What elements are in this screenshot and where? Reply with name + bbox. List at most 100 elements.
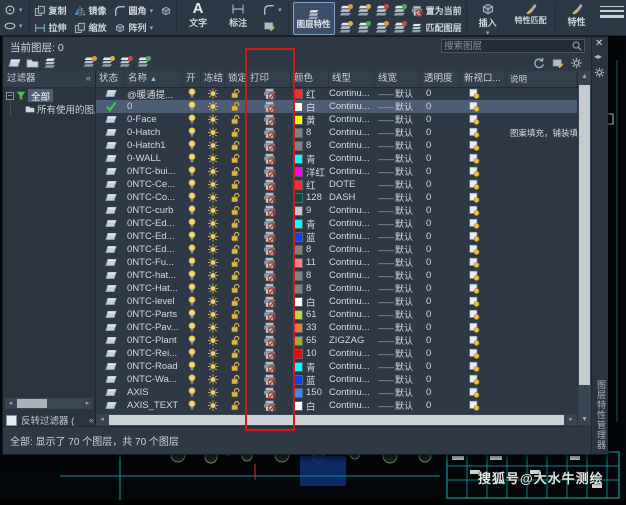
layer-name[interactable]: 0-Hatch1 — [125, 139, 183, 152]
layer-thaw-icon[interactable] — [375, 21, 389, 34]
layer-color-cell[interactable]: 128 — [291, 191, 329, 204]
mirror-button[interactable]: 镜像 — [74, 4, 107, 17]
layer-lock-toggle[interactable] — [225, 139, 247, 152]
layer-transparency[interactable]: 0 — [421, 282, 461, 295]
layer-new-vp-toggle[interactable] — [461, 139, 507, 152]
col-transparency[interactable]: 透明度 — [421, 71, 461, 87]
layer-new-vp-toggle[interactable] — [461, 243, 507, 256]
layer-linetype[interactable]: DOTE — [329, 178, 375, 191]
layer-lineweight[interactable]: ——默认 — [375, 347, 421, 360]
layer-plot-toggle[interactable] — [247, 230, 291, 243]
layer-name[interactable]: 0NTC-Pav... — [125, 321, 183, 334]
layer-transparency[interactable]: 0 — [421, 269, 461, 282]
layer-name[interactable]: 0NTC-hat... — [125, 269, 183, 282]
layer-lineweight[interactable]: ——默认 — [375, 269, 421, 282]
scroll-thumb[interactable] — [109, 415, 564, 425]
layer-color-cell[interactable]: 11 — [291, 256, 329, 269]
layer-lock-toggle[interactable] — [225, 204, 247, 217]
layer-new-vp-toggle[interactable] — [461, 204, 507, 217]
layer-color-cell[interactable]: 白 — [291, 295, 329, 308]
layer-plot-toggle[interactable] — [247, 178, 291, 191]
layer-linetype[interactable]: ZIGZAG — [329, 334, 375, 347]
layer-on-toggle[interactable] — [183, 334, 201, 347]
layer-name[interactable]: @暖通提... — [125, 87, 183, 100]
lineweight-preview[interactable] — [600, 6, 624, 28]
layer-new-vp-toggle[interactable] — [461, 126, 507, 139]
layer-plot-toggle[interactable] — [247, 256, 291, 269]
layer-on-toggle[interactable] — [183, 191, 201, 204]
layer-plot-toggle[interactable] — [247, 269, 291, 282]
auto-hide-icon[interactable]: ◂▸ — [594, 52, 602, 61]
layer-transparency[interactable]: 0 — [421, 139, 461, 152]
layer-on-toggle[interactable] — [183, 269, 201, 282]
layer-lineweight[interactable]: ——默认 — [375, 334, 421, 347]
invert-filter-checkbox[interactable] — [6, 415, 17, 426]
layer-freeze-toggle[interactable] — [201, 269, 225, 282]
layer-name[interactable]: 0NTC-Road — [125, 360, 183, 373]
layer-name[interactable]: 0NTC-Ed... — [125, 230, 183, 243]
layer-new-vp-toggle[interactable] — [461, 399, 507, 412]
layer-transparency[interactable]: 0 — [421, 243, 461, 256]
layer-on-toggle[interactable] — [183, 295, 201, 308]
layer-on-toggle[interactable] — [183, 321, 201, 334]
layer-row[interactable]: 0 白 Continu... ——默认 0 — [96, 100, 577, 113]
layer-color-cell[interactable]: 61 — [291, 308, 329, 321]
layer-freeze-toggle[interactable] — [201, 152, 225, 165]
array-button[interactable]: 阵列▾ — [114, 21, 154, 34]
layer-lock-toggle[interactable] — [225, 386, 247, 399]
palette-properties-gear-icon[interactable] — [594, 67, 605, 78]
new-layer-vp-frozen-icon[interactable] — [101, 56, 115, 69]
layer-new-vp-toggle[interactable] — [461, 100, 507, 113]
layer-name[interactable]: 0NTC-Co... — [125, 191, 183, 204]
col-new-vp[interactable]: 新视口... — [461, 71, 507, 87]
layer-name[interactable]: 0NTC-bui... — [125, 165, 183, 178]
layer-lineweight[interactable]: ——默认 — [375, 308, 421, 321]
layer-transparency[interactable]: 0 — [421, 399, 461, 412]
table-button[interactable] — [263, 19, 282, 33]
layer-plot-toggle[interactable] — [247, 217, 291, 230]
layer-new-vp-toggle[interactable] — [461, 178, 507, 191]
layer-freeze-toggle[interactable] — [201, 87, 225, 100]
layer-on-toggle[interactable] — [183, 282, 201, 295]
col-on[interactable]: 开 — [183, 71, 201, 87]
layer-freeze-toggle[interactable] — [201, 113, 225, 126]
layer-row[interactable]: @暖通提... 红 Continu... ——默认 0 — [96, 87, 577, 100]
layer-lock-toggle[interactable] — [225, 178, 247, 191]
copy-button[interactable]: 复制 — [34, 4, 67, 17]
layer-new-vp-toggle[interactable] — [461, 113, 507, 126]
layer-lineweight[interactable]: ——默认 — [375, 295, 421, 308]
layer-row[interactable]: 0NTC-Parts 61 Continu... ——默认 0 — [96, 308, 577, 321]
layer-plot-toggle[interactable] — [247, 373, 291, 386]
layer-transparency[interactable]: 0 — [421, 386, 461, 399]
layer-lineweight[interactable]: ——默认 — [375, 139, 421, 152]
layer-plot-toggle[interactable] — [247, 191, 291, 204]
circle-tool-button[interactable]: ▾ — [4, 3, 23, 17]
layer-linetype[interactable]: Continu... — [329, 308, 375, 321]
new-group-filter-icon[interactable] — [26, 57, 39, 69]
layer-transparency[interactable]: 0 — [421, 152, 461, 165]
search-layer-input[interactable] — [442, 41, 572, 52]
properties-button[interactable]: 特性 — [560, 2, 594, 28]
layer-lock-toggle[interactable] — [225, 282, 247, 295]
layer-freeze-toggle[interactable] — [201, 256, 225, 269]
col-color[interactable]: 颜色 — [291, 71, 329, 87]
layer-plot-toggle[interactable] — [247, 347, 291, 360]
layer-on-toggle[interactable] — [183, 100, 201, 113]
layer-lineweight[interactable]: ——默认 — [375, 282, 421, 295]
text-button[interactable]: A文字 — [181, 2, 215, 34]
layer-plot-toggle[interactable] — [247, 204, 291, 217]
layer-plot-toggle[interactable] — [247, 360, 291, 373]
layer-lock-toggle[interactable] — [225, 165, 247, 178]
layer-linetype[interactable]: Continu... — [329, 347, 375, 360]
layer-unlock-icon[interactable] — [357, 21, 371, 34]
layer-new-vp-toggle[interactable] — [461, 373, 507, 386]
scroll-thumb[interactable] — [579, 85, 590, 385]
layer-transparency[interactable]: 0 — [421, 334, 461, 347]
new-property-filter-icon[interactable] — [8, 57, 21, 69]
layer-linetype[interactable]: Continu... — [329, 399, 375, 412]
col-description[interactable]: 说明 — [507, 71, 577, 87]
layer-freeze-toggle[interactable] — [201, 347, 225, 360]
layer-row[interactable]: 0NTC-bui... 洋红 Continu... ——默认 0 — [96, 165, 577, 178]
layer-plot-toggle[interactable] — [247, 282, 291, 295]
layer-color-cell[interactable]: 黄 — [291, 113, 329, 126]
